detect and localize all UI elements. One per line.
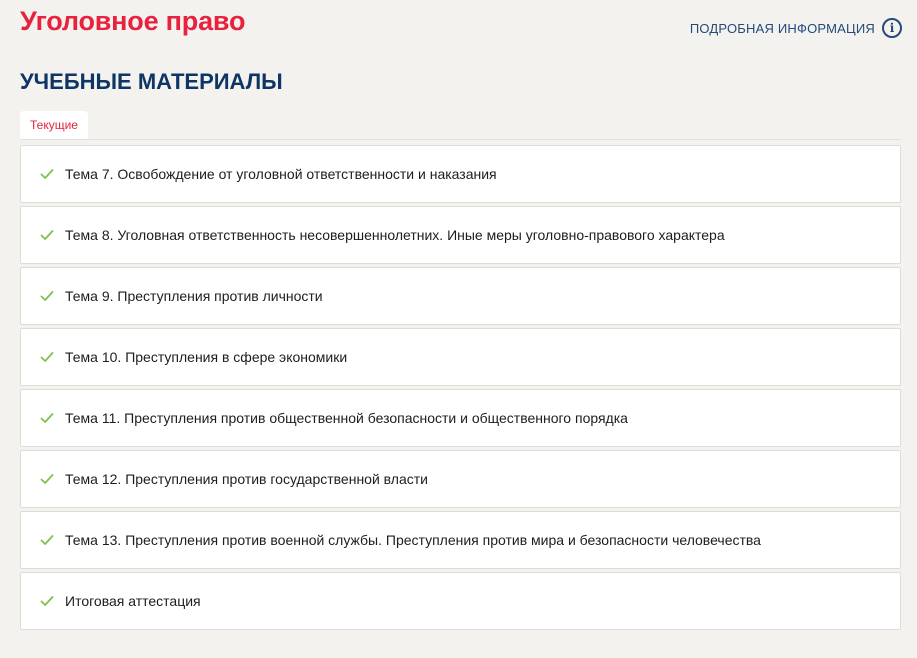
topic-item[interactable]: Тема 12. Преступления против государстве… bbox=[20, 450, 901, 508]
info-circle-icon: i bbox=[882, 18, 902, 38]
topic-label: Тема 13. Преступления против военной слу… bbox=[65, 531, 761, 548]
course-title: Уголовное право bbox=[20, 6, 246, 36]
check-icon bbox=[40, 230, 54, 240]
check-icon bbox=[40, 596, 54, 606]
topic-label: Тема 12. Преступления против государстве… bbox=[65, 470, 428, 487]
topic-label: Тема 10. Преступления в сфере экономики bbox=[65, 348, 348, 365]
course-page: Уголовное право ПОДРОБНАЯ ИНФОРМАЦИЯ i У… bbox=[0, 0, 917, 658]
check-icon bbox=[40, 291, 54, 301]
topic-label: Итоговая аттестация bbox=[65, 592, 201, 609]
topic-item[interactable]: Тема 10. Преступления в сфере экономики bbox=[20, 328, 901, 386]
check-icon bbox=[40, 474, 54, 484]
topic-item[interactable]: Тема 13. Преступления против военной слу… bbox=[20, 511, 901, 569]
more-info-link[interactable]: ПОДРОБНАЯ ИНФОРМАЦИЯ i bbox=[690, 18, 902, 38]
check-icon bbox=[40, 413, 54, 423]
topic-item[interactable]: Тема 9. Преступления против личности bbox=[20, 267, 901, 325]
topic-item[interactable]: Итоговая аттестация bbox=[20, 572, 901, 630]
topic-list: Тема 7. Освобождение от уголовной ответс… bbox=[20, 145, 901, 633]
topic-item[interactable]: Тема 8. Уголовная ответственность несове… bbox=[20, 206, 901, 264]
check-icon bbox=[40, 352, 54, 362]
more-info-label: ПОДРОБНАЯ ИНФОРМАЦИЯ bbox=[689, 20, 875, 36]
tab-bar: Текущие bbox=[20, 111, 901, 140]
check-icon bbox=[40, 169, 54, 179]
topic-item[interactable]: Тема 7. Освобождение от уголовной ответс… bbox=[20, 145, 901, 203]
section-title: УЧЕБНЫЕ МАТЕРИАЛЫ bbox=[20, 69, 283, 94]
topic-label: Тема 8. Уголовная ответственность несове… bbox=[65, 226, 725, 243]
topic-label: Тема 11. Преступления против общественно… bbox=[65, 409, 628, 426]
topic-label: Тема 9. Преступления против личности bbox=[65, 287, 323, 304]
topic-label: Тема 7. Освобождение от уголовной ответс… bbox=[65, 165, 497, 182]
check-icon bbox=[40, 535, 54, 545]
tab-current[interactable]: Текущие bbox=[20, 111, 88, 139]
topic-item[interactable]: Тема 11. Преступления против общественно… bbox=[20, 389, 901, 447]
